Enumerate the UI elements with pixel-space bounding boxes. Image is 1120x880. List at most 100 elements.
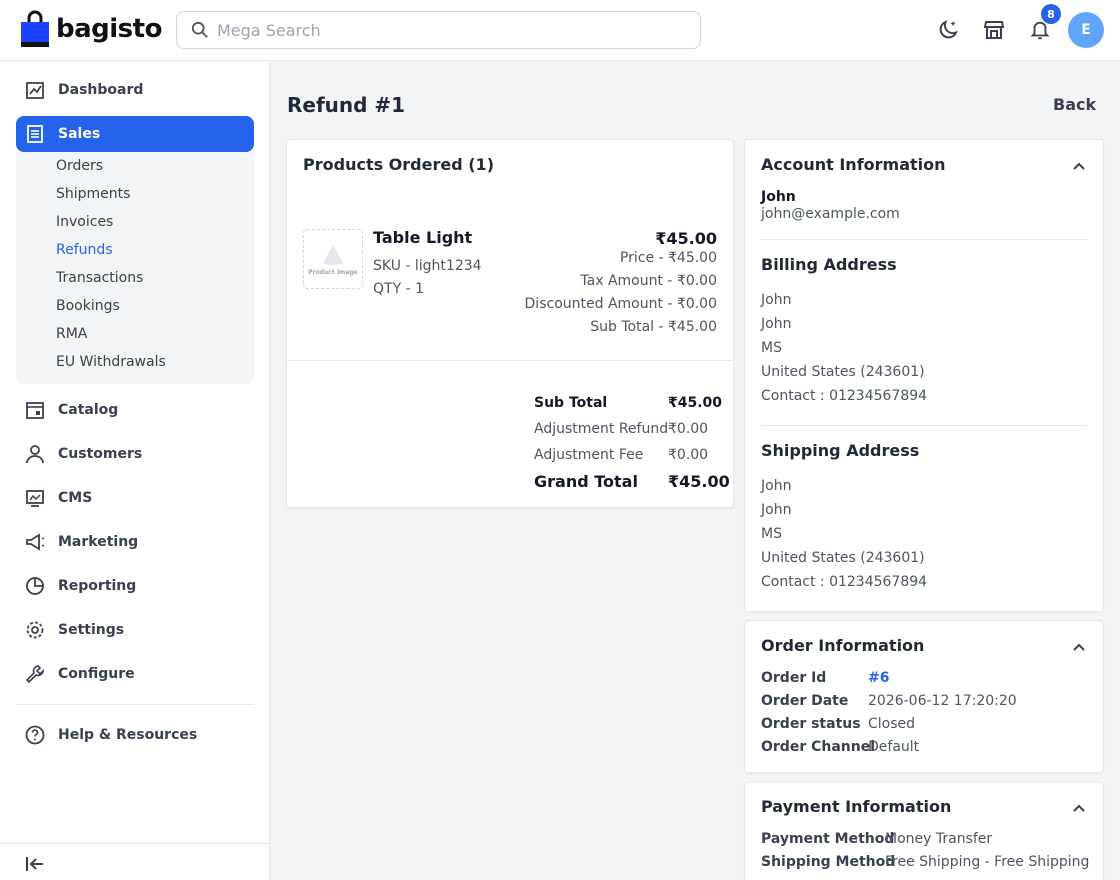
settings-icon: [24, 619, 46, 641]
sidebar-item-help[interactable]: Help & Resources: [16, 717, 254, 753]
billing-contact: Contact : 01234567894: [761, 388, 928, 404]
product-image-icon: [323, 244, 343, 265]
collapse-sidebar-icon[interactable]: [24, 853, 46, 875]
products-ordered-card: Products Ordered (1) Product Image Table…: [286, 139, 734, 508]
sidebar-item-label: Settings: [58, 622, 125, 638]
chevron-up-icon[interactable]: [1072, 640, 1086, 654]
subnav-orders[interactable]: Orders: [56, 158, 103, 174]
payment-heading: Payment Information: [761, 797, 952, 816]
order-status-value: Closed: [868, 716, 916, 732]
sidebar-item-configure[interactable]: Configure: [16, 656, 254, 692]
totals-adjustment-fee-label: Adjustment Fee: [534, 447, 644, 463]
billing-divider: [761, 425, 1087, 426]
order-information-card: Order Information Order Id #6 Order Date…: [744, 620, 1104, 773]
sidebar-divider: [16, 704, 254, 705]
sidebar-item-cms[interactable]: CMS: [16, 480, 254, 516]
subnav-rma[interactable]: RMA: [56, 326, 87, 342]
account-heading: Account Information: [761, 155, 946, 174]
subnav-bookings[interactable]: Bookings: [56, 298, 120, 314]
billing-line: United States (243601): [761, 364, 925, 380]
sidebar-item-sales[interactable]: Sales: [16, 116, 254, 152]
shipping-method-label: Shipping Method: [761, 854, 896, 870]
customer-email: john@example.com: [761, 206, 900, 222]
customer-name: John: [761, 189, 796, 205]
shipping-heading: Shipping Address: [761, 441, 920, 460]
products-divider: [287, 360, 733, 361]
back-button[interactable]: Back: [1053, 95, 1096, 114]
sidebar-item-settings[interactable]: Settings: [16, 612, 254, 648]
billing-heading: Billing Address: [761, 255, 897, 274]
subnav-invoices[interactable]: Invoices: [56, 214, 113, 230]
subnav-refunds[interactable]: Refunds: [56, 242, 113, 258]
sales-icon: [24, 123, 46, 145]
order-id-link[interactable]: #6: [868, 670, 889, 686]
sidebar-item-label: Help & Resources: [58, 727, 198, 743]
payment-method-value: Money Transfer: [885, 831, 993, 847]
sidebar-item-customers[interactable]: Customers: [16, 436, 254, 472]
search-input[interactable]: [217, 20, 677, 40]
totals-adjustment-fee-value: ₹0.00: [668, 447, 709, 463]
chevron-up-icon[interactable]: [1072, 159, 1086, 173]
moon-icon: [939, 20, 958, 39]
sidebar-item-label: Configure: [58, 666, 135, 682]
order-date-value: 2026-06-12 17:20:20: [868, 693, 1017, 709]
dark-mode-toggle[interactable]: [935, 17, 961, 43]
notification-count-badge: 8: [1041, 4, 1061, 24]
product-image-caption: Product Image: [308, 268, 358, 276]
totals-subtotal-value: ₹45.00: [668, 395, 723, 411]
order-channel-label: Order Channel: [761, 739, 876, 755]
mega-search[interactable]: [176, 11, 701, 49]
chevron-up-icon[interactable]: [1072, 801, 1086, 815]
product-qty: QTY - 1: [373, 281, 424, 297]
logo[interactable]: bagisto: [20, 10, 162, 48]
storefront-button[interactable]: [981, 17, 1007, 43]
billing-line: John: [761, 292, 792, 308]
totals-grand-total-label: Grand Total: [534, 472, 638, 491]
sidebar-item-marketing[interactable]: Marketing: [16, 524, 254, 560]
product-sku: SKU - light1234: [373, 258, 482, 274]
shipping-line: John: [761, 478, 792, 494]
sidebar-item-label: Dashboard: [58, 82, 144, 98]
shipping-line: MS: [761, 526, 782, 542]
sidebar-item-label: Customers: [58, 446, 143, 462]
order-channel-value: Default: [868, 739, 920, 755]
billing-line: John: [761, 316, 792, 332]
sidebar-item-label: Marketing: [58, 534, 139, 550]
dashboard-icon: [24, 79, 46, 101]
totals-adjustment-refund-label: Adjustment Refund: [534, 421, 669, 437]
sidebar-item-dashboard[interactable]: Dashboard: [16, 72, 254, 108]
product-subtotal: Sub Total - ₹45.00: [590, 319, 717, 335]
shipping-contact: Contact : 01234567894: [761, 574, 928, 590]
order-status-label: Order status: [761, 716, 861, 732]
page-title: Refund #1: [287, 93, 406, 117]
products-heading: Products Ordered (1): [303, 155, 494, 174]
product-discount: Discounted Amount - ₹0.00: [524, 296, 717, 312]
product-image-placeholder: Product Image: [303, 229, 363, 289]
reporting-icon: [24, 575, 46, 597]
configure-icon: [24, 663, 46, 685]
help-icon: [24, 724, 46, 746]
product-price: Price - ₹45.00: [619, 250, 717, 266]
top-header: bagisto 8 E: [0, 0, 1120, 61]
order-id-label: Order Id: [761, 670, 827, 686]
totals-grand-total-value: ₹45.00: [668, 472, 730, 491]
totals-subtotal-label: Sub Total: [534, 395, 608, 411]
product-name: Table Light: [373, 228, 473, 247]
user-avatar[interactable]: E: [1068, 12, 1104, 48]
product-price-main: ₹45.00: [655, 229, 717, 248]
subnav-eu-withdrawals[interactable]: EU Withdrawals: [56, 354, 166, 370]
bag-logo-icon: [21, 10, 49, 47]
subnav-shipments[interactable]: Shipments: [56, 186, 130, 202]
customers-icon: [24, 443, 46, 465]
order-heading: Order Information: [761, 636, 925, 655]
sidebar-item-reporting[interactable]: Reporting: [16, 568, 254, 604]
sales-subnav: Orders Shipments Invoices Refunds Transa…: [16, 152, 254, 384]
marketing-icon: [24, 531, 46, 553]
shipping-line: United States (243601): [761, 550, 925, 566]
totals-adjustment-refund-value: ₹0.00: [668, 421, 709, 437]
subnav-transactions[interactable]: Transactions: [56, 270, 143, 286]
sidebar-item-label: CMS: [58, 490, 93, 506]
sidebar-item-label: Sales: [58, 126, 101, 142]
search-icon: [191, 21, 208, 38]
sidebar-item-catalog[interactable]: Catalog: [16, 392, 254, 428]
